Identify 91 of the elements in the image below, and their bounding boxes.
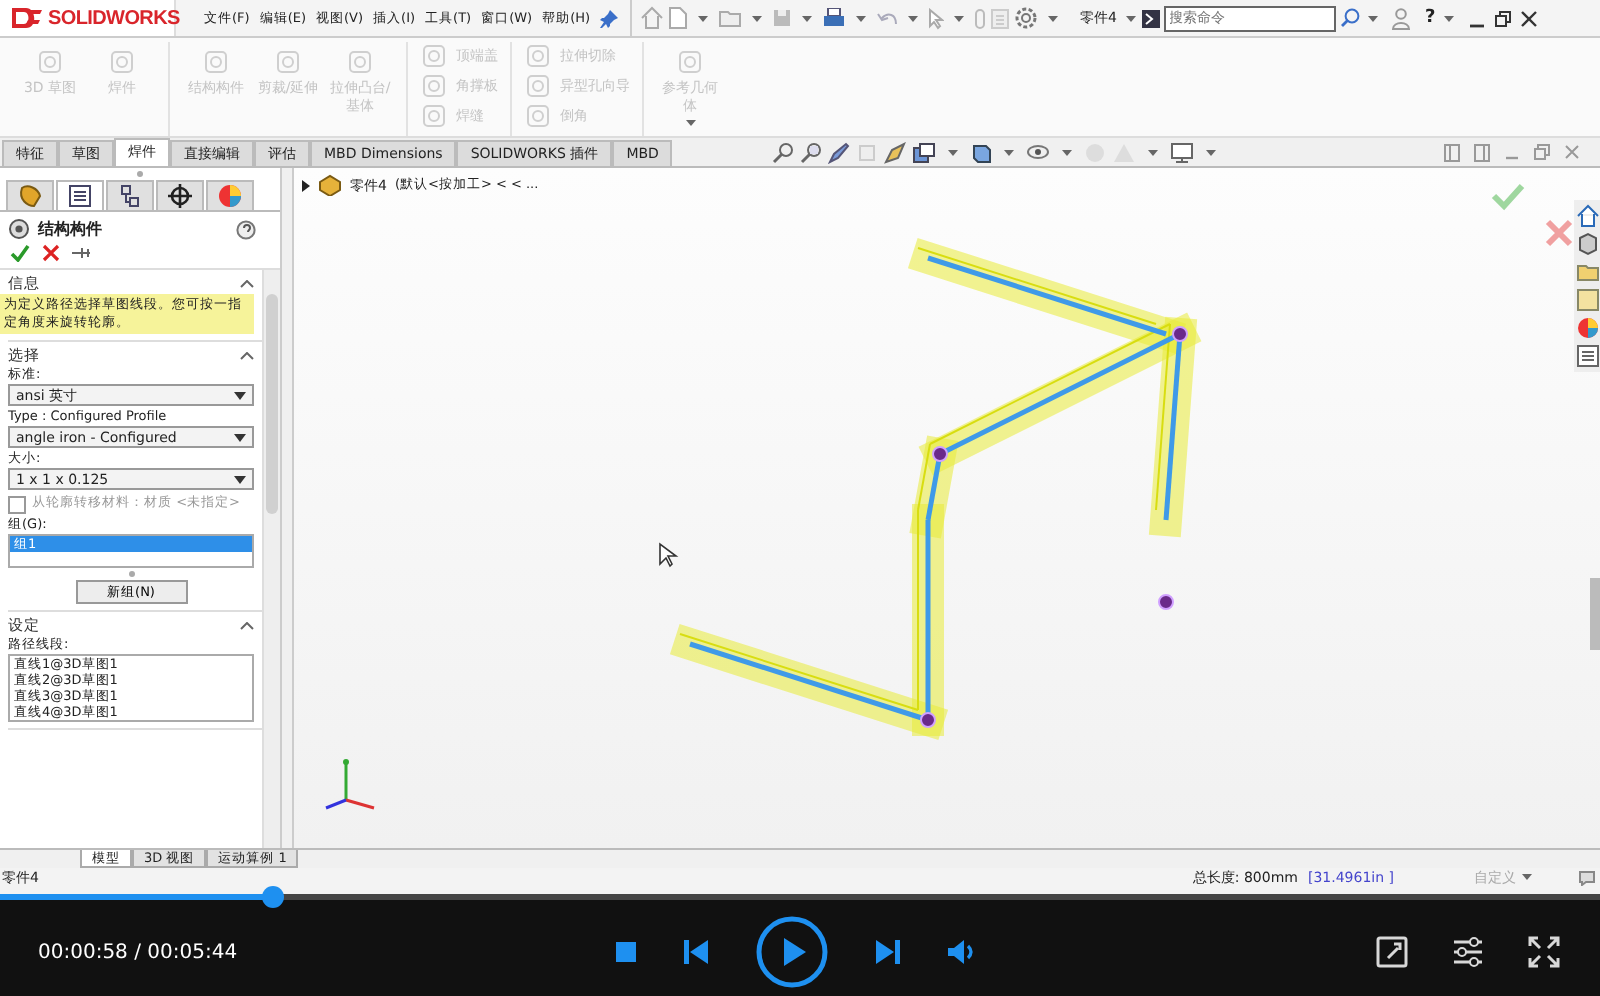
grip-icon[interactable] xyxy=(127,570,135,578)
tool-icon xyxy=(108,48,136,76)
caret-icon xyxy=(234,433,246,441)
checklist-icon[interactable] xyxy=(1575,344,1599,368)
caret-icon[interactable] xyxy=(856,15,867,21)
tool-icon xyxy=(524,102,552,130)
checkmark-icon[interactable] xyxy=(10,244,30,262)
collapse-icon[interactable] xyxy=(240,279,254,287)
magnifier-icon[interactable] xyxy=(772,141,795,163)
caret-icon[interactable] xyxy=(1148,149,1159,155)
tool-icon xyxy=(274,48,302,76)
tool-icon xyxy=(346,48,374,76)
caret-icon[interactable] xyxy=(954,15,965,21)
tool-icon xyxy=(420,72,448,100)
close-icon[interactable] xyxy=(1519,9,1538,27)
cancel-icon[interactable] xyxy=(42,244,60,262)
caret-icon[interactable] xyxy=(752,15,763,21)
caret-icon[interactable] xyxy=(1522,874,1532,880)
crosshair-icon xyxy=(166,182,194,210)
command-prompt-icon[interactable] xyxy=(1141,9,1160,27)
palette-icon[interactable] xyxy=(1575,288,1599,312)
screenshot-icon[interactable] xyxy=(1376,936,1408,968)
volume-icon[interactable] xyxy=(948,940,976,964)
panel-tab[interactable] xyxy=(106,180,154,210)
paperclip-icon[interactable] xyxy=(974,7,987,29)
checkmark-icon[interactable] xyxy=(1491,184,1525,211)
structural-member-icon xyxy=(8,218,30,240)
caret-icon[interactable] xyxy=(908,15,919,21)
panel-handle[interactable] xyxy=(1590,578,1600,650)
caret-icon[interactable] xyxy=(685,120,695,126)
fullscreen-icon[interactable] xyxy=(1528,936,1560,968)
home-icon[interactable] xyxy=(1575,204,1599,228)
settings-icon[interactable] xyxy=(1014,6,1039,30)
sliders-icon[interactable] xyxy=(1452,936,1484,968)
search-icon[interactable] xyxy=(1339,8,1360,28)
caret-icon xyxy=(234,391,246,399)
caret-icon[interactable] xyxy=(1443,15,1454,21)
playback-time: 00:00:58 / 00:05:44 xyxy=(38,941,238,963)
cube-icon[interactable] xyxy=(1575,232,1599,256)
panel-tab[interactable] xyxy=(156,180,204,210)
caret-icon[interactable] xyxy=(802,15,813,21)
property-manager-icon xyxy=(66,182,94,210)
panel-title: 结构构件 xyxy=(38,218,102,240)
tool-icon xyxy=(524,42,552,70)
scrollbar[interactable] xyxy=(262,270,280,848)
folder-icon[interactable] xyxy=(1575,260,1599,284)
progress-handle[interactable] xyxy=(262,886,284,908)
ds-logo-icon xyxy=(8,4,44,32)
tool-icon xyxy=(420,42,448,70)
zoom-area-icon[interactable] xyxy=(800,141,823,163)
scrollbar-thumb[interactable] xyxy=(266,294,278,514)
caret-icon[interactable] xyxy=(1125,15,1136,21)
tool-icon xyxy=(36,48,64,76)
tool-icon xyxy=(524,72,552,100)
tool-icon xyxy=(202,48,230,76)
previous-icon[interactable] xyxy=(684,940,708,964)
caret-icon[interactable] xyxy=(948,149,959,155)
pin-icon[interactable] xyxy=(600,9,619,27)
configuration-icon xyxy=(116,182,144,210)
pushpin-icon[interactable] xyxy=(72,246,92,260)
eye-icon[interactable] xyxy=(1026,144,1051,160)
part-icon xyxy=(318,174,342,196)
caret-icon[interactable] xyxy=(1004,149,1015,155)
view-orientation-icon[interactable] xyxy=(912,141,937,163)
expand-icon[interactable] xyxy=(302,179,310,191)
caret-icon xyxy=(234,475,246,483)
help-button[interactable]: ? xyxy=(1425,8,1436,28)
play-icon[interactable] xyxy=(756,916,828,988)
mouse-cursor-icon xyxy=(659,542,679,568)
panel-tab[interactable] xyxy=(56,180,104,210)
caret-icon[interactable] xyxy=(1048,15,1059,21)
next-icon[interactable] xyxy=(876,940,900,964)
collapse-icon[interactable] xyxy=(240,621,254,629)
caret-icon[interactable] xyxy=(698,15,709,21)
axis-triad-icon xyxy=(325,759,375,810)
restore-icon[interactable] xyxy=(1493,9,1512,27)
collapse-icon[interactable] xyxy=(240,351,254,359)
speech-bubble-icon[interactable] xyxy=(1578,869,1596,885)
checkbox[interactable] xyxy=(8,496,26,514)
caret-icon[interactable] xyxy=(1206,149,1217,155)
grip-icon[interactable] xyxy=(136,170,144,178)
caret-icon[interactable] xyxy=(1062,149,1073,155)
help-icon[interactable] xyxy=(236,219,256,239)
feature-manager-icon xyxy=(16,182,44,210)
monitor-icon[interactable] xyxy=(1170,141,1195,163)
user-icon[interactable] xyxy=(1391,7,1410,29)
caret-icon[interactable] xyxy=(1367,15,1378,21)
printer-icon[interactable] xyxy=(822,7,847,29)
tool-icon xyxy=(420,102,448,130)
tool-icon xyxy=(676,48,704,76)
logo-text: SOLIDWORKS xyxy=(48,7,180,29)
